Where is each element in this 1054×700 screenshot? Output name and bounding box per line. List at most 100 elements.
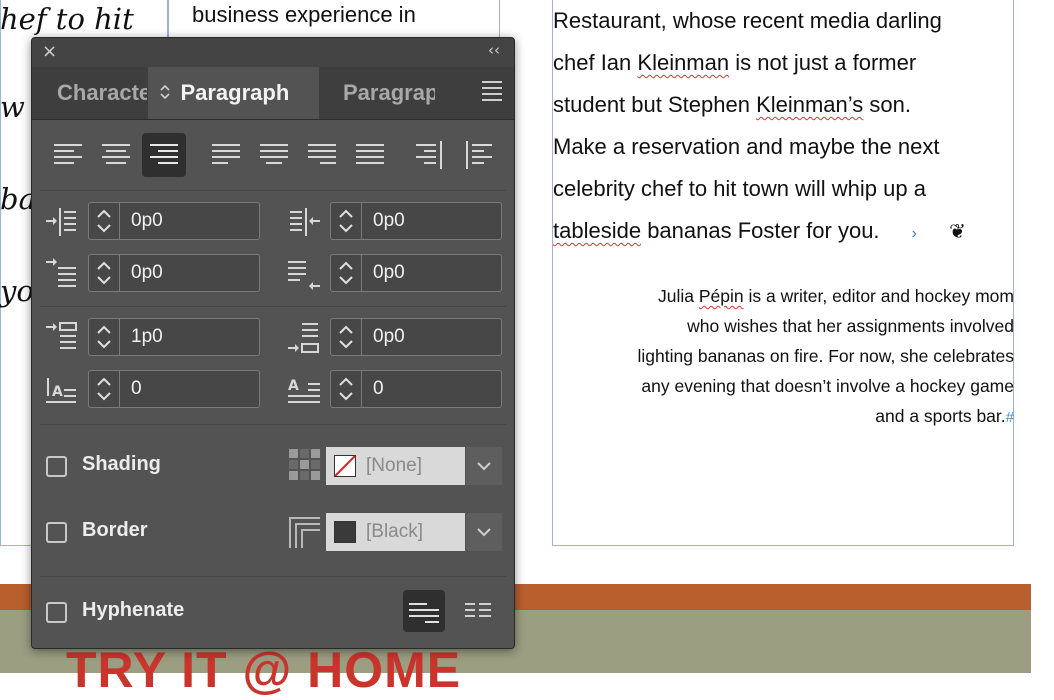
drop-cap-lines-field[interactable]: 0 — [88, 370, 260, 408]
border-label: Border — [82, 519, 148, 541]
panel-titlebar[interactable]: × ‹‹ — [32, 38, 514, 67]
align-towards-spine-button[interactable] — [408, 133, 452, 177]
article-body: Restaurant, whose recent media darling c… — [553, 0, 1008, 255]
last-line-indent-icon — [286, 256, 322, 292]
tab-options-icon — [160, 84, 174, 104]
chevron-down-icon — [477, 462, 491, 471]
align-left-icon — [54, 144, 82, 164]
alignment-buttons — [32, 133, 514, 177]
panel-tabs: Character Paragraph Paragraph Styles — [32, 67, 514, 120]
last-line-indent-field[interactable]: 0p0 — [330, 254, 502, 292]
space-before-icon — [44, 320, 80, 356]
dingbat-ornament-icon: ❦ — [949, 221, 966, 243]
right-indent-field[interactable]: 0p0 — [330, 202, 502, 240]
swatch-grid-icon[interactable] — [288, 448, 324, 484]
separator — [40, 306, 506, 307]
drop-cap-lines-value[interactable]: 0 — [131, 371, 142, 407]
drop-cap-chars-stepper[interactable] — [331, 371, 362, 407]
col2-text: business experience in — [192, 2, 416, 27]
space-before-stepper[interactable] — [89, 319, 120, 355]
left-indent-field[interactable]: 0p0 — [88, 202, 260, 240]
paragraph-composer-icon — [409, 603, 439, 623]
drop-cap-chars-field[interactable]: 0 — [330, 370, 502, 408]
space-after-value[interactable]: 0p0 — [373, 319, 405, 355]
svg-text:A: A — [52, 384, 63, 400]
justify-right-icon — [308, 144, 336, 164]
svg-text:A: A — [288, 378, 299, 394]
chevron-down-icon — [477, 528, 491, 537]
shading-checkbox[interactable] — [46, 456, 67, 477]
bio-line: any evening that doesn’t involve a hocke… — [641, 376, 1014, 396]
hyphenate-checkbox[interactable] — [46, 602, 67, 623]
align-away-from-spine-button[interactable] — [456, 133, 500, 177]
align-right-icon — [150, 144, 178, 164]
border-checkbox[interactable] — [46, 522, 67, 543]
align-right-button[interactable] — [142, 133, 186, 177]
first-line-indent-stepper[interactable] — [89, 255, 120, 291]
align-left-button[interactable] — [46, 133, 90, 177]
border-corners-icon[interactable] — [288, 514, 324, 550]
align-center-button[interactable] — [94, 133, 138, 177]
col1-line: hef to hit — [0, 2, 134, 36]
paragraph-composer-button[interactable] — [457, 590, 499, 632]
panel-menu-icon[interactable] — [482, 81, 502, 105]
spell-error-word[interactable]: Kleinman — [637, 50, 729, 75]
section-headline: TRY IT @ HOME — [66, 642, 462, 698]
drop-cap-lines-icon: A — [44, 372, 80, 408]
author-bio: Julia Pépin is a writer, editor and hock… — [553, 281, 1014, 433]
justify-center-button[interactable] — [252, 133, 296, 177]
space-after-field[interactable]: 0p0 — [330, 318, 502, 356]
bio-line: lighting bananas on fire. For now, she c… — [637, 346, 1014, 366]
spell-error-word[interactable]: tableside — [553, 218, 641, 243]
drop-cap-chars-value[interactable]: 0 — [373, 371, 384, 407]
border-swatch-field[interactable]: [Black] — [326, 513, 465, 551]
right-indent-stepper[interactable] — [331, 203, 362, 239]
tab-character[interactable]: Character — [57, 67, 147, 119]
space-before-value[interactable]: 1p0 — [131, 319, 163, 355]
spell-error-word[interactable]: Kleinman’s — [756, 92, 863, 117]
justify-right-button[interactable] — [300, 133, 344, 177]
separator — [40, 190, 506, 191]
close-icon[interactable]: × — [42, 41, 57, 62]
left-indent-value[interactable]: 0p0 — [131, 203, 163, 239]
left-indent-stepper[interactable] — [89, 203, 120, 239]
last-line-indent-value[interactable]: 0p0 — [373, 255, 405, 291]
bio-line: and a sports bar.# — [553, 401, 1014, 433]
justify-left-button[interactable] — [204, 133, 248, 177]
justify-all-icon — [356, 144, 384, 164]
shading-swatch-field[interactable]: [None] — [326, 447, 465, 485]
space-after-stepper[interactable] — [331, 319, 362, 355]
col1-line: yo — [0, 274, 34, 308]
end-mark-icon: # — [1005, 409, 1014, 426]
drop-cap-lines-stepper[interactable] — [89, 371, 120, 407]
end-of-story-icon: › — [911, 225, 917, 242]
article-line: celebrity chef to hit town will whip up … — [553, 176, 926, 201]
tab-paragraph-styles[interactable]: Paragraph Styles — [343, 67, 435, 119]
left-indent-icon — [44, 204, 80, 240]
single-line-composer-button[interactable] — [403, 590, 445, 632]
border-swatch-label: [Black] — [366, 521, 424, 542]
last-line-indent-stepper[interactable] — [331, 255, 362, 291]
right-indent-value[interactable]: 0p0 — [373, 203, 405, 239]
justify-left-icon — [212, 144, 240, 164]
justify-center-icon — [260, 144, 288, 164]
tab-paragraph[interactable]: Paragraph — [148, 67, 319, 119]
spell-error-word[interactable]: Pépin — [699, 286, 744, 306]
first-line-indent-field[interactable]: 0p0 — [88, 254, 260, 292]
border-swatch-dropdown[interactable]: [Black] — [326, 513, 502, 551]
shading-label: Shading — [82, 453, 161, 475]
bio-line-text: and a sports bar. — [875, 406, 1006, 426]
col1-line: w — [0, 90, 25, 124]
border-dropdown-button[interactable] — [466, 513, 502, 551]
drop-cap-chars-icon: A — [286, 372, 322, 408]
shading-swatch-dropdown[interactable]: [None] — [326, 447, 502, 485]
article-line: Make a reservation and maybe the next — [553, 134, 940, 159]
right-indent-icon — [286, 204, 322, 240]
first-line-indent-value[interactable]: 0p0 — [131, 255, 163, 291]
justify-all-button[interactable] — [348, 133, 392, 177]
article-line: student but Stephen Kleinman’s son. — [553, 92, 911, 117]
shading-dropdown-button[interactable] — [466, 447, 502, 485]
collapse-icon[interactable]: ‹‹ — [488, 41, 500, 59]
shading-swatch-label: [None] — [366, 455, 422, 476]
space-before-field[interactable]: 1p0 — [88, 318, 260, 356]
